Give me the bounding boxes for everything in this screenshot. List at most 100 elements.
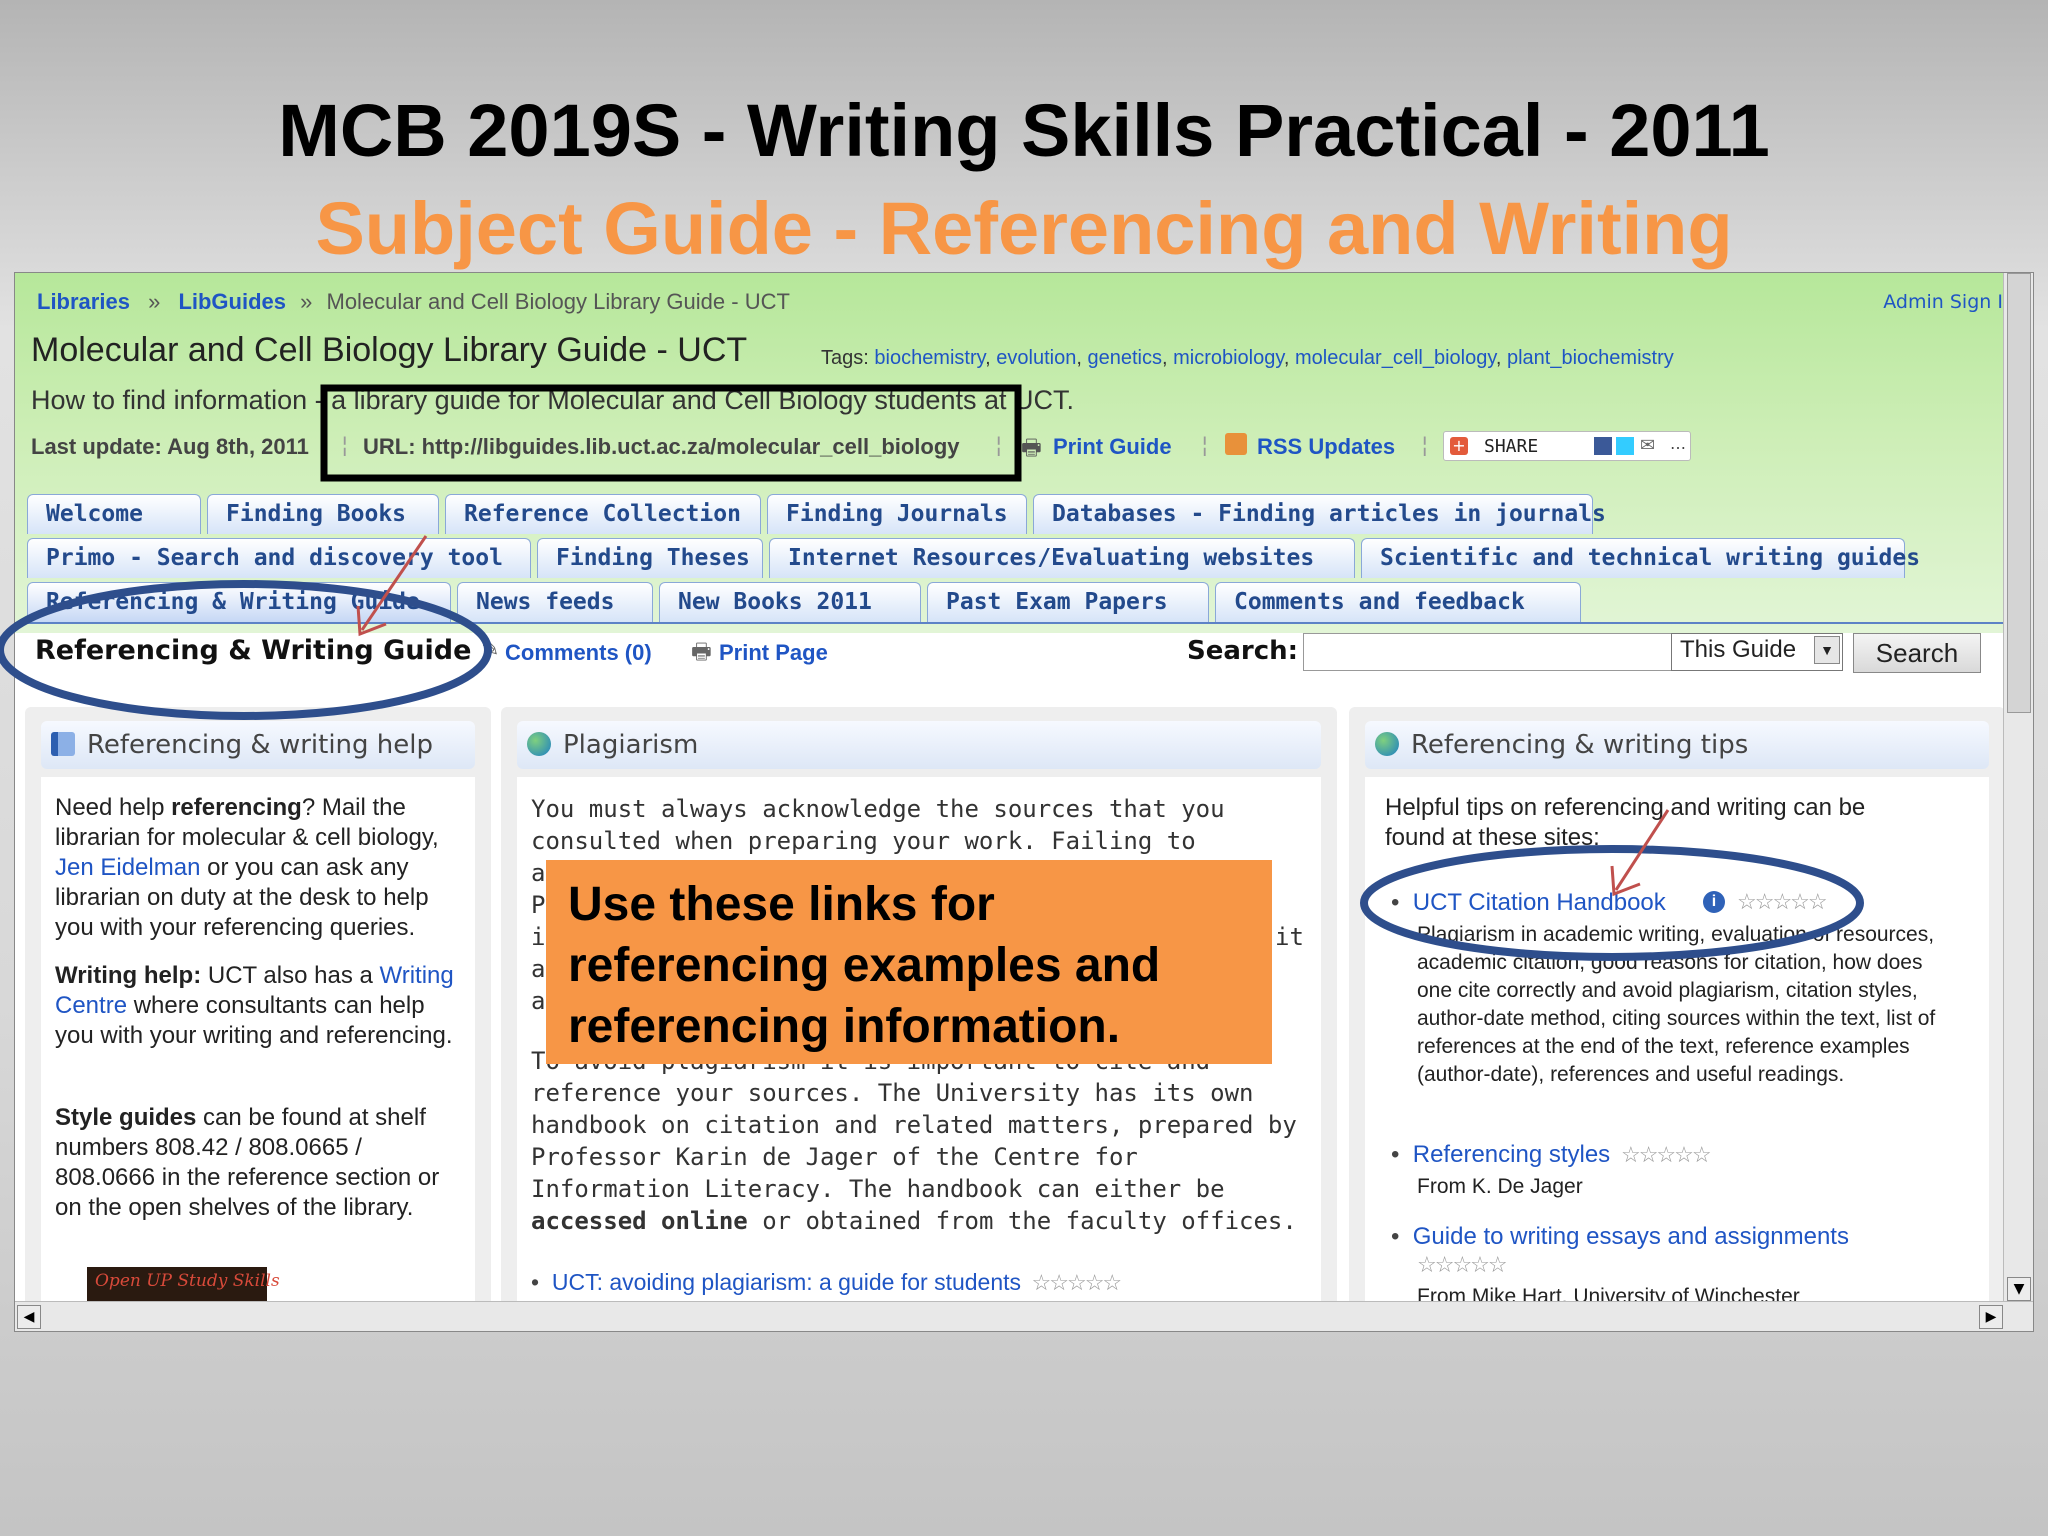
email-icon[interactable]: ✉: [1640, 435, 1655, 456]
tab-internet-resources[interactable]: Internet Resources/Evaluating websites: [769, 538, 1355, 578]
callout-line: referencing information.: [568, 1000, 1121, 1053]
breadcrumb-sep: »: [300, 289, 313, 314]
list-item: • UCT Citation Handbook i ☆☆☆☆☆: [1391, 889, 1828, 916]
share-label: SHARE: [1484, 436, 1539, 457]
list-item: • Referencing styles ☆☆☆☆☆: [1391, 1141, 1712, 1168]
book-icon: [51, 732, 75, 756]
rating-stars-icon[interactable]: ☆☆☆☆☆: [1737, 889, 1828, 915]
meta-divider: ¦: [1201, 433, 1209, 458]
center-box-hidden-line: a: [531, 987, 546, 1015]
jen-eidelman-link[interactable]: Jen Eidelman: [55, 854, 200, 881]
tab-finding-theses[interactable]: Finding Theses: [537, 538, 763, 578]
tab-news-feeds[interactable]: News feeds: [457, 582, 653, 622]
search-label: Search:: [1187, 636, 1299, 666]
breadcrumb-current: Molecular and Cell Biology Library Guide…: [326, 289, 790, 314]
tab-scientific-writing-guides[interactable]: Scientific and technical writing guides: [1361, 538, 1920, 578]
tag-link[interactable]: plant_biochemistry: [1507, 347, 1674, 369]
tab-primo[interactable]: Primo - Search and discovery tool: [27, 538, 531, 578]
center-box-hidden-line: a: [531, 955, 546, 983]
tab-baseline: [15, 622, 2005, 624]
scroll-right-icon[interactable]: ▶: [1979, 1305, 2003, 1329]
tab-new-books-2011[interactable]: New Books 2011: [659, 582, 921, 622]
vertical-scrollbar[interactable]: ▼: [2003, 273, 2033, 1303]
tab-welcome[interactable]: Welcome: [27, 494, 201, 534]
callout-box: Use these links for referencing examples…: [546, 860, 1272, 1064]
right-box-intro: Helpful tips on referencing and writing …: [1385, 794, 1866, 851]
citation-handbook-desc: Plagiarism in academic writing, evaluati…: [1417, 923, 1936, 1086]
center-box-hidden-line: P: [531, 891, 546, 919]
rating-stars-icon[interactable]: ☆☆☆☆☆: [1617, 1142, 1712, 1167]
chevron-down-icon[interactable]: ▼: [1814, 636, 1840, 664]
search-input[interactable]: [1303, 633, 1675, 671]
right-box-title: Referencing & writing tips: [1411, 730, 1749, 760]
more-icon[interactable]: …: [1670, 434, 1686, 453]
print-page-link[interactable]: Print Page: [719, 640, 828, 666]
list-item: • Guide to writing essays and assignment…: [1391, 1223, 1849, 1250]
open-up-study-skills-banner[interactable]: Open UP Study Skills: [87, 1267, 280, 1303]
rating-stars-icon[interactable]: ☆☆☆☆☆: [1417, 1253, 1508, 1278]
guide-title: Molecular and Cell Biology Library Guide…: [31, 331, 748, 369]
tag-link[interactable]: genetics: [1087, 347, 1162, 369]
tab-finding-books[interactable]: Finding Books: [207, 494, 439, 534]
globe-icon: [1375, 732, 1399, 756]
search-scope-value: This Guide: [1680, 636, 1797, 663]
meta-divider: ¦: [1421, 433, 1429, 458]
search-scope-select[interactable]: This Guide ▼: [1671, 633, 1843, 671]
globe-icon: [527, 732, 551, 756]
printer-icon: 🖶: [1021, 436, 1042, 461]
center-box-p2: To avoid plagiarism it is important to c…: [531, 1047, 1297, 1235]
scrollbar-thumb[interactable]: [2007, 273, 2031, 713]
scroll-left-icon[interactable]: ◀: [17, 1305, 41, 1329]
tab-past-exam-papers[interactable]: Past Exam Papers: [927, 582, 1209, 622]
comments-link[interactable]: Comments (0): [505, 640, 652, 666]
tag-link[interactable]: microbiology: [1173, 347, 1284, 369]
tab-comments-feedback[interactable]: Comments and feedback: [1215, 582, 1581, 622]
twitter-icon[interactable]: [1616, 437, 1634, 455]
center-box-header: Plagiarism: [517, 721, 1321, 769]
comment-icon: ✎: [481, 637, 500, 662]
rss-icon: [1225, 433, 1247, 455]
guide-url: URL: http://libguides.lib.uct.ac.za/mole…: [363, 434, 960, 459]
search-button[interactable]: Search: [1853, 633, 1981, 673]
scroll-down-icon[interactable]: ▼: [2007, 1277, 2031, 1301]
left-box-p1: Need help referencing? Mail the libraria…: [55, 794, 439, 941]
admin-sign-in-link[interactable]: Admin Sign In: [1883, 291, 2015, 313]
rss-updates-link[interactable]: RSS Updates: [1257, 434, 1395, 460]
avoiding-plagiarism-link[interactable]: UCT: avoiding plagiarism: a guide for st…: [552, 1269, 1021, 1295]
left-box-header: Referencing & writing help: [41, 721, 475, 769]
last-update: Last update: Aug 8th, 2011: [31, 434, 309, 459]
horizontal-scrollbar[interactable]: ◀ ▶: [15, 1301, 2033, 1331]
tag-link[interactable]: biochemistry: [874, 347, 985, 369]
center-box-hidden-line: a: [531, 859, 546, 887]
tab-finding-journals[interactable]: Finding Journals: [767, 494, 1027, 534]
center-box-title: Plagiarism: [563, 730, 699, 760]
referencing-styles-link[interactable]: Referencing styles: [1413, 1141, 1610, 1168]
breadcrumb-libguides[interactable]: LibGuides: [178, 289, 286, 314]
share-widget[interactable]: + SHARE ✉ …: [1443, 431, 1691, 461]
tag-link[interactable]: molecular_cell_biology: [1295, 347, 1496, 369]
libguide-screenshot: Libraries » LibGuides » Molecular and Ce…: [14, 272, 2034, 1332]
slide-title: MCB 2019S - Writing Skills Practical - 2…: [278, 89, 1770, 172]
accessed-online-link[interactable]: accessed online: [531, 1207, 748, 1235]
tags-label: Tags:: [821, 347, 869, 369]
print-guide-link[interactable]: Print Guide: [1053, 434, 1172, 460]
right-box-header: Referencing & writing tips: [1365, 721, 1989, 769]
breadcrumb-sep: »: [148, 289, 161, 314]
tab-reference-collection[interactable]: Reference Collection: [445, 494, 761, 534]
plus-icon: +: [1450, 437, 1468, 455]
facebook-icon[interactable]: [1594, 437, 1612, 455]
guide-tags: Tags: biochemistry, evolution, genetics,…: [821, 347, 1674, 369]
info-icon[interactable]: i: [1703, 891, 1725, 913]
uct-citation-handbook-link[interactable]: UCT Citation Handbook: [1413, 889, 1666, 916]
left-box-p2: Writing help: UCT also has a Writing Cen…: [55, 962, 454, 1049]
center-box-p1-top: You must always acknowledge the sources …: [531, 795, 1225, 855]
rating-stars-icon[interactable]: ☆☆☆☆☆: [1027, 1270, 1123, 1295]
guide-to-writing-essays-link[interactable]: Guide to writing essays and assignments: [1413, 1223, 1849, 1250]
tab-referencing-writing-guide[interactable]: Referencing & Writing Guide: [27, 582, 451, 622]
callout-line: Use these links for: [568, 878, 995, 931]
tag-link[interactable]: evolution: [996, 347, 1076, 369]
active-page-title: Referencing & Writing Guide: [35, 635, 472, 666]
tab-databases[interactable]: Databases - Finding articles in journals: [1033, 494, 1606, 534]
slide-subtitle: Subject Guide - Referencing and Writing: [315, 187, 1733, 270]
breadcrumb-libraries[interactable]: Libraries: [37, 289, 130, 314]
